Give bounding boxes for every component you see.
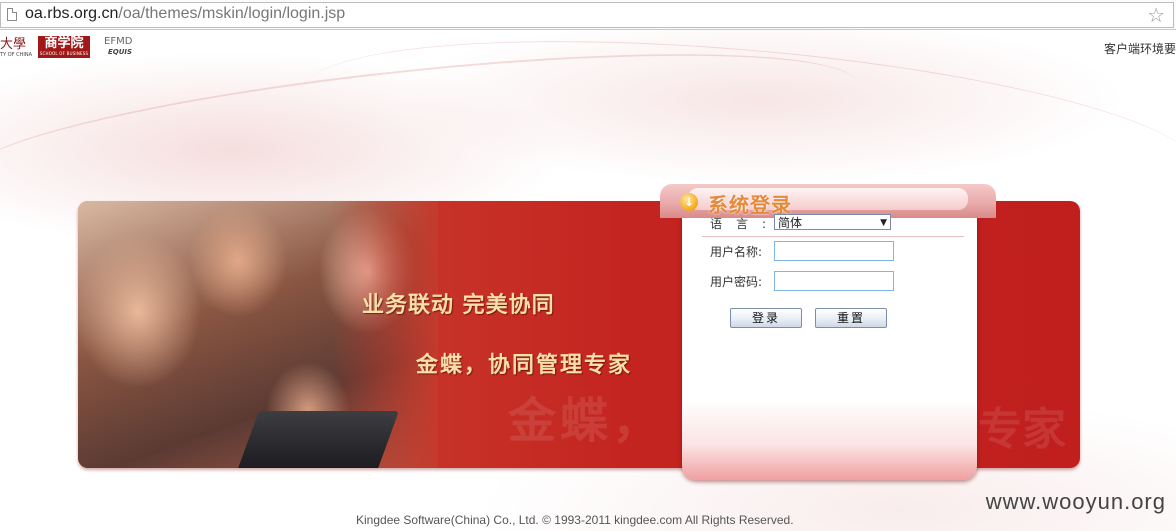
browser-address-bar: oa.rbs.org.cn/oa/themes/mskin/login/logi… xyxy=(0,0,1176,30)
banner-watermark: 金蝶， xyxy=(508,393,665,449)
equis-text: EQUIS xyxy=(108,48,133,56)
url-host: oa.rbs.org.cn xyxy=(25,5,119,22)
banner-watermark: 专家 xyxy=(978,404,1066,455)
university-logo: 大學 xyxy=(0,37,27,52)
business-school-logo-cn: 商学院 xyxy=(44,36,84,51)
university-logo-sub: TY OF CHINA xyxy=(0,52,32,58)
page-icon xyxy=(7,8,17,21)
copyright-text: Kingdee Software(China) Co., Ltd. © 1993… xyxy=(356,513,794,527)
url-path: /oa/themes/mskin/login/login.jsp xyxy=(118,5,346,22)
password-input[interactable] xyxy=(774,271,894,291)
dropdown-caret-icon: ▼ xyxy=(880,218,887,228)
page-body: 大學 TY OF CHINA 商学院 SCHOOL OF BUSINESS EF… xyxy=(0,30,1176,531)
password-row: 用户密码: xyxy=(710,271,894,291)
divider xyxy=(702,236,964,237)
language-label: 语言: xyxy=(710,217,781,231)
client-environment-link[interactable]: 客户端环境要 xyxy=(1104,40,1176,57)
bookmark-star-icon[interactable]: ☆ xyxy=(1147,3,1165,27)
login-panel-header: ↓ 系统登录 xyxy=(660,184,996,218)
equis-mark: EFMD xyxy=(104,36,133,47)
username-row: 用户名称: xyxy=(710,241,894,261)
business-school-logo-en: SCHOOL OF BUSINESS xyxy=(39,51,89,56)
business-school-logo: 商学院 SCHOOL OF BUSINESS xyxy=(38,36,90,58)
login-button[interactable]: 登录 xyxy=(730,308,802,328)
reset-button[interactable]: 重置 xyxy=(815,308,887,328)
username-input[interactable] xyxy=(774,241,894,261)
slogan-line-1: 业务联动 完美协同 xyxy=(362,293,555,318)
login-panel: ↓ 系统登录 语言: 简体 ▼ 用户名称: 用户密码: 登录 重置 xyxy=(660,184,996,480)
url-field[interactable]: oa.rbs.org.cn/oa/themes/mskin/login/logi… xyxy=(0,2,1174,28)
username-label: 用户名称: xyxy=(710,245,763,259)
url-text[interactable]: oa.rbs.org.cn/oa/themes/mskin/login/logi… xyxy=(25,5,345,23)
laptop-image xyxy=(237,411,399,468)
slogan-line-2: 金蝶，协同管理专家 xyxy=(416,353,633,378)
language-selected-value: 简体 xyxy=(778,216,803,230)
language-select[interactable]: 简体 ▼ xyxy=(774,214,891,230)
equis-logo: EFMD EQUIS xyxy=(96,36,132,60)
site-watermark: www.wooyun.org xyxy=(985,489,1166,514)
password-label: 用户密码: xyxy=(710,275,763,289)
language-row: 语言: 简体 ▼ xyxy=(710,214,891,232)
login-arrow-icon: ↓ xyxy=(680,193,698,211)
